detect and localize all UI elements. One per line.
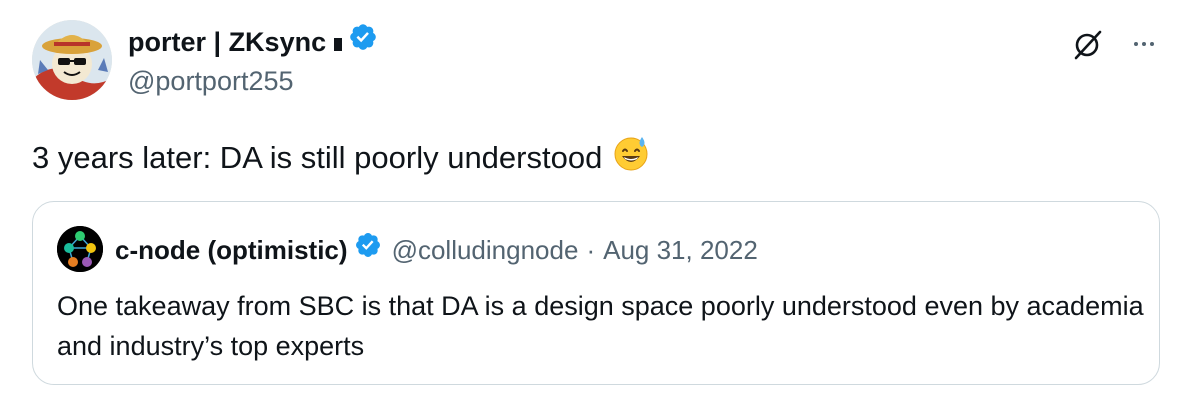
verified-badge-icon[interactable] <box>354 231 382 268</box>
dot-icon <box>1134 42 1138 46</box>
quoted-tweet-date[interactable]: Aug 31, 2022 <box>603 232 758 268</box>
quoted-author-handle[interactable]: @colludingnode <box>392 232 579 268</box>
grok-slash-icon[interactable] <box>1070 26 1106 62</box>
dot-icon <box>1150 42 1154 46</box>
grinning-face-with-sweat-icon <box>612 134 650 182</box>
quoted-tweet-card[interactable]: c-node (optimistic) @colludingnode · Aug… <box>32 201 1160 385</box>
author-handle[interactable]: @portport255 <box>128 63 294 99</box>
author-display-name[interactable]: porter | ZKsync <box>128 24 326 60</box>
separator-dot: · <box>586 234 596 265</box>
tweet-text: 3 years later: DA is still poorly unders… <box>32 140 603 175</box>
quoted-author-avatar[interactable] <box>57 226 103 272</box>
author-avatar[interactable] <box>32 20 112 100</box>
author-display-name-row[interactable]: porter | ZKsync <box>128 22 378 61</box>
quoted-tweet-header: c-node (optimistic) @colludingnode · Aug… <box>115 231 758 268</box>
quoted-tweet-text: One takeaway from SBC is that DA is a de… <box>57 291 1144 361</box>
verified-badge-icon[interactable] <box>348 22 378 61</box>
more-options-icon[interactable] <box>1126 26 1162 62</box>
quoted-author-display-name[interactable]: c-node (optimistic) <box>115 232 348 268</box>
dot-icon <box>1142 42 1146 46</box>
tweet-text-row: 3 years later: DA is still poorly unders… <box>32 134 650 182</box>
flag-glyph-icon <box>334 38 343 51</box>
